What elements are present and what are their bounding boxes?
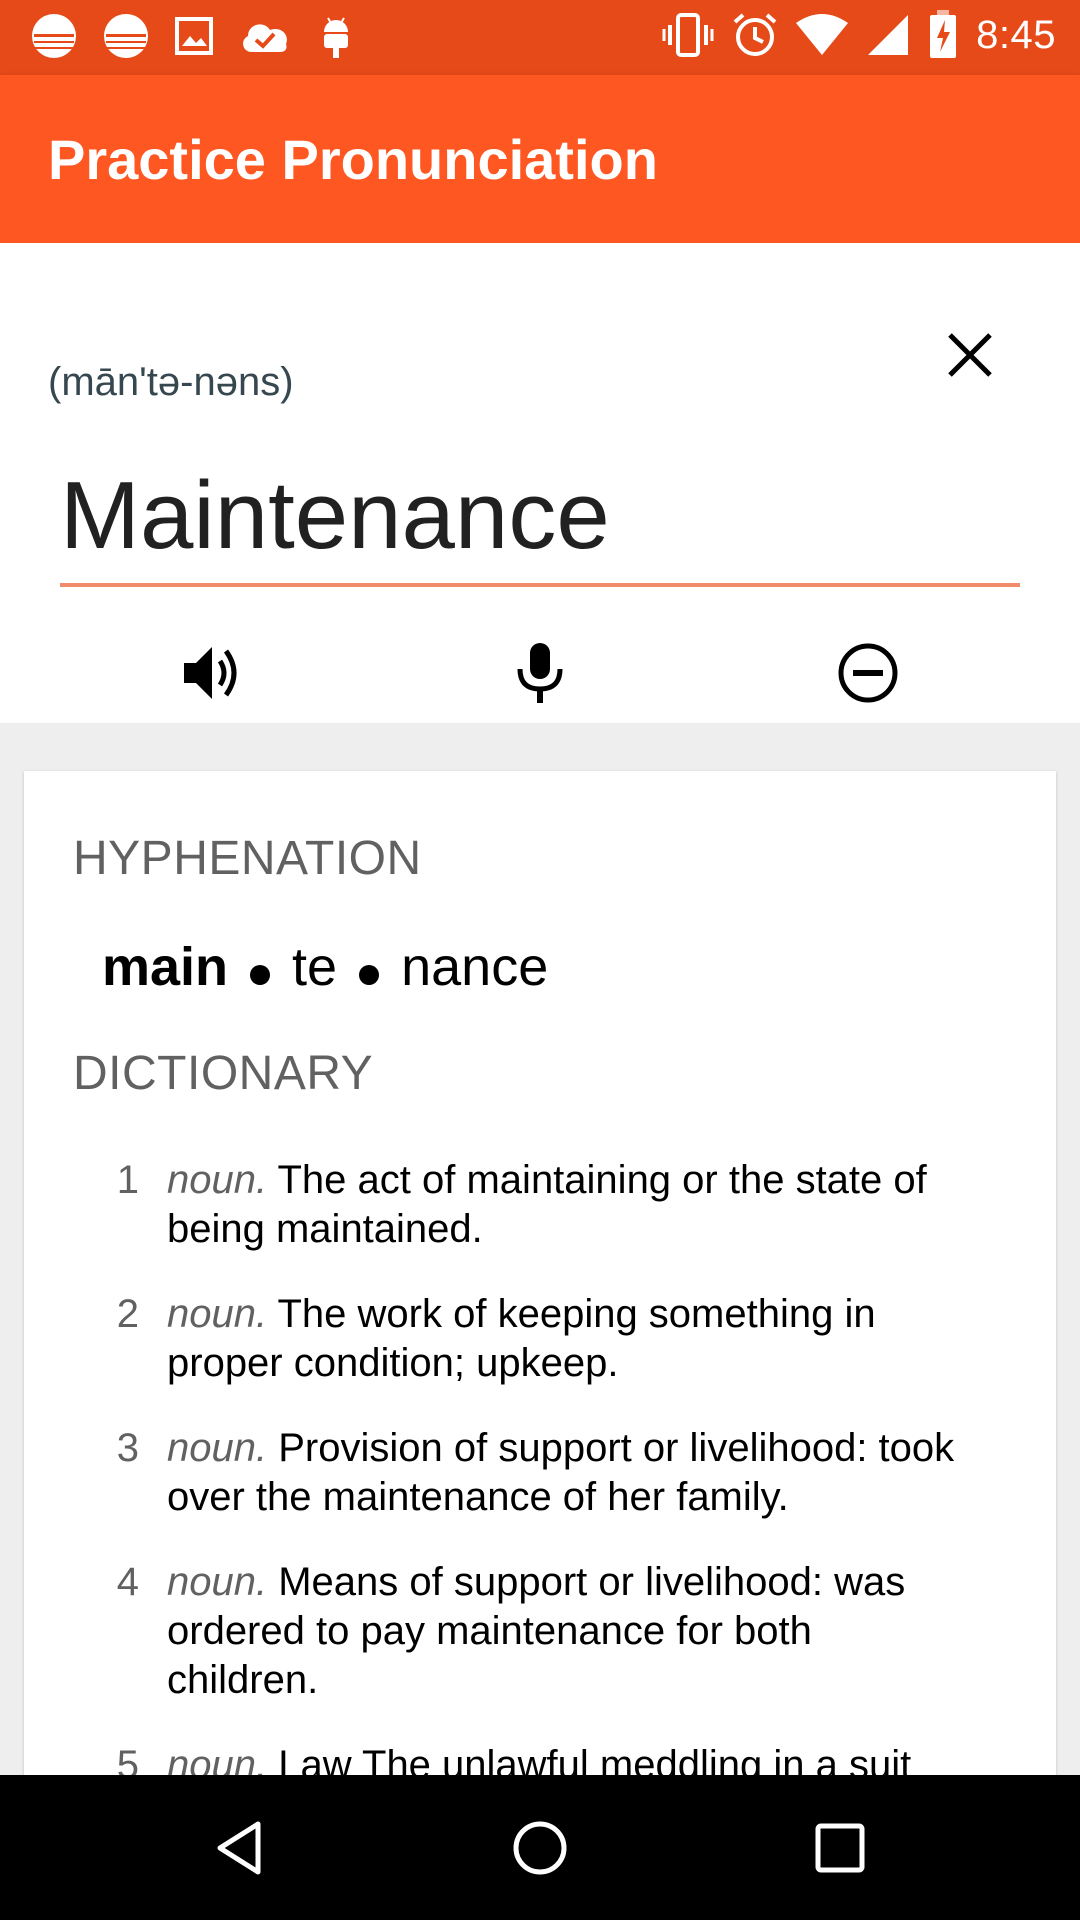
definition-item: 3 noun. Provision of support or liveliho… bbox=[24, 1424, 1056, 1522]
image-notification-icon bbox=[174, 16, 214, 56]
back-triangle-icon bbox=[217, 1821, 261, 1875]
wifi-icon bbox=[796, 13, 849, 57]
definition-list: 1 noun. The act of maintaining or the st… bbox=[24, 1156, 1056, 1781]
definition-item: 4 noun. Means of support or livelihood: … bbox=[24, 1558, 1056, 1705]
volume-up-icon bbox=[184, 647, 237, 699]
syllable: te bbox=[292, 937, 338, 997]
syllable-separator bbox=[250, 965, 271, 985]
definition-text: Means of support or livelihood: was orde… bbox=[167, 1560, 906, 1702]
remove-circle-icon bbox=[838, 643, 898, 703]
dictionary-title: DICTIONARY bbox=[73, 1047, 374, 1100]
vibrate-icon bbox=[662, 11, 714, 59]
definition-text: The work of keeping something in proper … bbox=[167, 1292, 876, 1385]
app-bar: Practice Pronunciation bbox=[0, 75, 1080, 243]
sunset-notification-icon bbox=[30, 12, 78, 60]
definition-body: noun. Provision of support or livelihood… bbox=[167, 1424, 967, 1522]
part-of-speech: noun. bbox=[167, 1158, 268, 1202]
android-icon bbox=[316, 12, 356, 60]
hyphenation-text: main te nance bbox=[102, 936, 548, 998]
definition-number: 2 bbox=[116, 1292, 139, 1336]
status-bar: 8:45 bbox=[0, 0, 1080, 75]
definition-number: 1 bbox=[116, 1158, 139, 1202]
close-button[interactable] bbox=[940, 325, 1000, 385]
definition-body: noun. Means of support or livelihood: wa… bbox=[167, 1558, 967, 1705]
microphone-icon bbox=[517, 643, 563, 703]
syllable-separator bbox=[359, 965, 380, 985]
word-info-card: HYPHENATION main te nance DICTIONARY 1 n… bbox=[24, 771, 1056, 1781]
word-field[interactable] bbox=[60, 453, 1020, 587]
definition-text: Provision of support or livelihood: took… bbox=[167, 1426, 955, 1519]
navigation-bar bbox=[0, 1775, 1080, 1920]
sunset-notification-icon bbox=[102, 12, 150, 60]
definition-text: The act of maintaining or the state of b… bbox=[167, 1158, 927, 1251]
definition-item: 2 noun. The work of keeping something in… bbox=[24, 1290, 1056, 1388]
cloud-done-icon bbox=[238, 16, 292, 56]
syllable: main bbox=[102, 937, 229, 997]
syllable: nance bbox=[401, 937, 549, 997]
record-button[interactable] bbox=[495, 628, 585, 718]
recents-square-icon bbox=[815, 1823, 865, 1873]
home-button[interactable] bbox=[503, 1811, 577, 1885]
word-input[interactable] bbox=[60, 453, 1020, 579]
definition-number: 3 bbox=[116, 1426, 139, 1470]
definition-number: 4 bbox=[116, 1560, 139, 1604]
alarm-icon bbox=[732, 12, 778, 58]
part-of-speech: noun. bbox=[167, 1292, 268, 1336]
part-of-speech: noun. bbox=[167, 1426, 268, 1470]
close-icon bbox=[948, 333, 992, 377]
battery-charging-icon bbox=[928, 10, 958, 60]
signal-icon bbox=[866, 13, 910, 57]
word-panel: (mān'tə-nəns) bbox=[0, 243, 1080, 723]
part-of-speech: noun. bbox=[167, 1560, 268, 1604]
recents-button[interactable] bbox=[803, 1811, 877, 1885]
home-circle-icon bbox=[513, 1821, 567, 1875]
speak-button[interactable] bbox=[167, 628, 257, 718]
phonetic-text: (mān'tə-nəns) bbox=[48, 360, 294, 404]
back-button[interactable] bbox=[203, 1811, 277, 1885]
definition-item: 1 noun. The act of maintaining or the st… bbox=[24, 1156, 1056, 1254]
definition-body: noun. The act of maintaining or the stat… bbox=[167, 1156, 967, 1254]
app-title: Practice Pronunciation bbox=[48, 128, 658, 191]
definition-body: noun. The work of keeping something in p… bbox=[167, 1290, 967, 1388]
action-row bbox=[0, 628, 1080, 718]
remove-button[interactable] bbox=[823, 628, 913, 718]
clock-text: 8:45 bbox=[976, 12, 1056, 57]
hyphenation-title: HYPHENATION bbox=[73, 832, 422, 885]
